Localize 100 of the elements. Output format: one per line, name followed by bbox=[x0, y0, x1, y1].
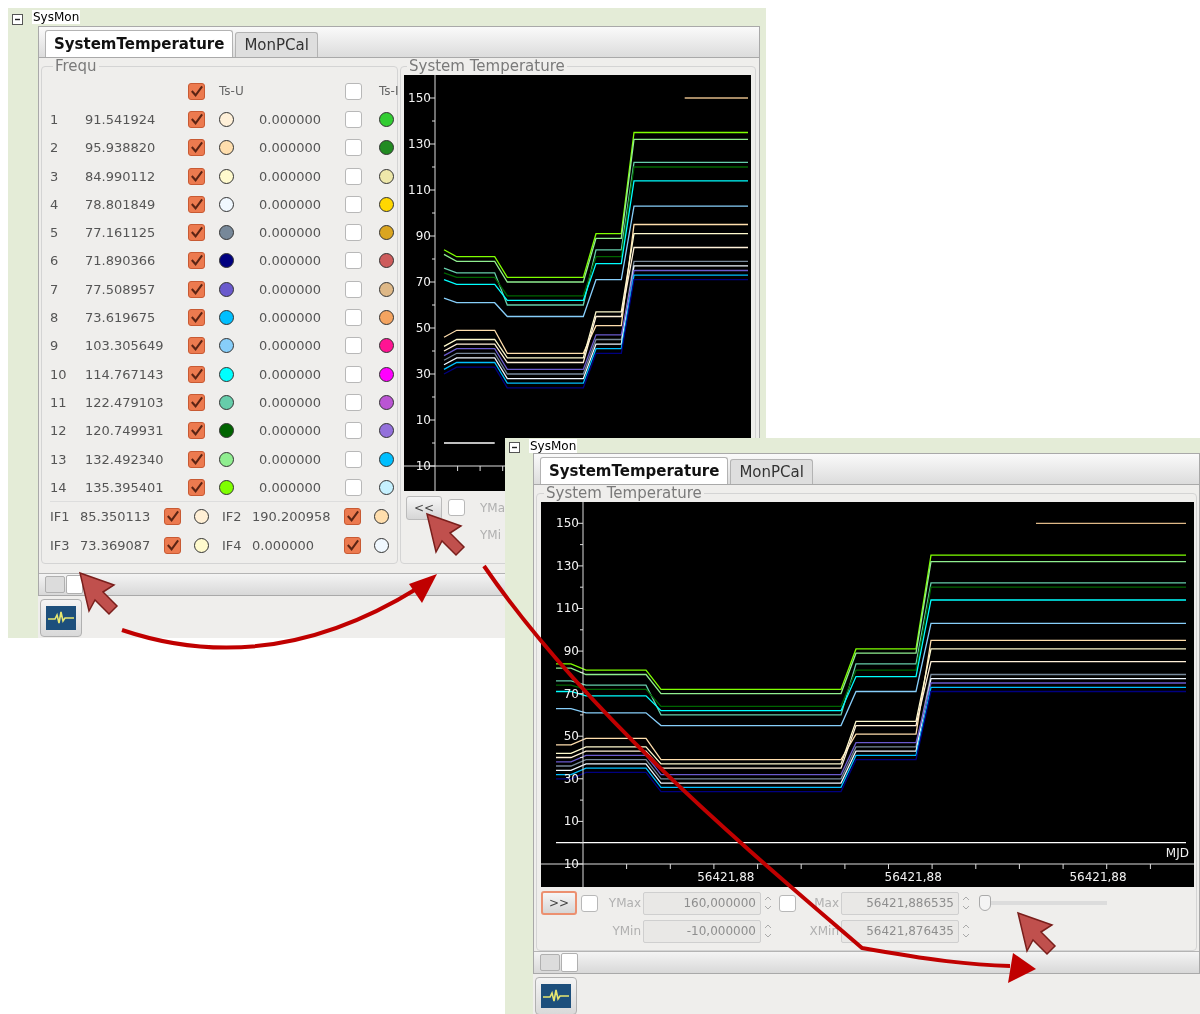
color-swatch[interactable] bbox=[194, 509, 209, 525]
color-swatch[interactable] bbox=[379, 196, 394, 212]
color-swatch[interactable] bbox=[379, 281, 394, 297]
color-swatch[interactable] bbox=[379, 338, 394, 354]
tick-label: 150 bbox=[556, 516, 579, 531]
collapse-icon[interactable] bbox=[509, 442, 520, 453]
checkbox[interactable] bbox=[188, 393, 205, 411]
scrollbar[interactable] bbox=[534, 951, 1199, 973]
color-swatch[interactable] bbox=[379, 479, 394, 495]
checkbox[interactable] bbox=[581, 894, 598, 912]
temperature-value: 0.000000 bbox=[259, 281, 322, 297]
color-swatch[interactable] bbox=[219, 366, 234, 382]
color-swatch[interactable] bbox=[379, 310, 394, 325]
collapse-icon[interactable] bbox=[12, 13, 23, 25]
color-swatch[interactable] bbox=[219, 140, 234, 156]
temperature-value: 0.000000 bbox=[259, 168, 322, 184]
color-swatch[interactable] bbox=[379, 225, 394, 241]
field-label: YMax bbox=[608, 896, 641, 910]
checkbox[interactable] bbox=[345, 393, 362, 411]
color-swatch[interactable] bbox=[219, 196, 234, 212]
tick-label: 30 bbox=[563, 771, 579, 786]
tab[interactable]: MonPCal bbox=[730, 459, 813, 484]
scroll-thumb[interactable] bbox=[561, 953, 578, 972]
checkbox[interactable] bbox=[188, 252, 205, 270]
checkbox[interactable] bbox=[345, 224, 362, 242]
checkbox[interactable] bbox=[345, 450, 362, 468]
checkbox[interactable] bbox=[188, 422, 205, 440]
row-number: 12 bbox=[50, 423, 67, 439]
temperature-value: 0.000000 bbox=[259, 394, 322, 410]
checkbox[interactable] bbox=[188, 478, 205, 496]
color-swatch[interactable] bbox=[194, 537, 209, 553]
tab[interactable]: MonPCal bbox=[235, 32, 318, 57]
tab[interactable]: SystemTemperature bbox=[45, 30, 234, 57]
checkbox[interactable] bbox=[188, 224, 205, 242]
checkbox[interactable] bbox=[345, 478, 362, 496]
checkbox[interactable] bbox=[345, 309, 362, 326]
checkbox[interactable] bbox=[188, 139, 205, 157]
color-swatch[interactable] bbox=[219, 479, 234, 495]
color-swatch[interactable] bbox=[219, 451, 234, 467]
tab[interactable]: SystemTemperature bbox=[540, 457, 729, 484]
checkbox[interactable] bbox=[345, 252, 362, 270]
checkbox[interactable] bbox=[188, 309, 205, 326]
tick-label: 50 bbox=[415, 321, 431, 335]
color-swatch[interactable] bbox=[219, 168, 234, 184]
row-number: 13 bbox=[50, 451, 67, 467]
checkbox[interactable] bbox=[188, 365, 205, 383]
color-swatch[interactable] bbox=[219, 281, 234, 297]
color-swatch[interactable] bbox=[379, 168, 394, 184]
checkbox[interactable] bbox=[344, 508, 361, 526]
checkbox[interactable] bbox=[345, 195, 362, 213]
checkbox[interactable] bbox=[188, 167, 205, 185]
color-swatch[interactable] bbox=[374, 509, 389, 525]
checkbox[interactable] bbox=[448, 499, 465, 516]
color-swatch[interactable] bbox=[219, 338, 234, 354]
color-swatch[interactable] bbox=[219, 253, 234, 269]
field-label: XMin bbox=[809, 924, 839, 938]
color-swatch[interactable] bbox=[379, 140, 394, 156]
color-swatch[interactable] bbox=[379, 366, 394, 382]
checkbox[interactable] bbox=[188, 110, 205, 128]
monitor-button[interactable] bbox=[535, 977, 577, 1014]
checkbox[interactable] bbox=[345, 167, 362, 185]
checkbox[interactable] bbox=[345, 365, 362, 383]
checkbox[interactable] bbox=[188, 337, 205, 355]
checkbox[interactable] bbox=[345, 422, 362, 440]
monitor-button[interactable] bbox=[40, 599, 82, 637]
color-swatch[interactable] bbox=[219, 394, 234, 410]
field-label: YMin bbox=[612, 924, 641, 938]
checkbox[interactable] bbox=[164, 508, 181, 526]
color-swatch[interactable] bbox=[379, 111, 394, 127]
toggle-button[interactable]: << bbox=[406, 495, 442, 520]
cursor-icon bbox=[1016, 911, 1057, 956]
row-number: 14 bbox=[50, 479, 67, 495]
color-swatch[interactable] bbox=[379, 423, 394, 439]
toggle-button[interactable]: >> bbox=[541, 891, 577, 915]
checkbox[interactable] bbox=[164, 536, 181, 554]
color-swatch[interactable] bbox=[219, 111, 234, 127]
color-swatch[interactable] bbox=[374, 537, 389, 553]
checkbox[interactable] bbox=[345, 110, 362, 128]
temperature-value: 0.000000 bbox=[259, 140, 322, 156]
checkbox[interactable] bbox=[188, 280, 205, 298]
color-swatch[interactable] bbox=[219, 225, 234, 241]
checkbox[interactable] bbox=[779, 894, 796, 912]
frequency-value: 122.479103 bbox=[85, 394, 164, 410]
color-swatch[interactable] bbox=[379, 253, 394, 269]
color-swatch[interactable] bbox=[379, 394, 394, 410]
checkbox[interactable] bbox=[345, 337, 362, 355]
frequency-value: 85.350113 bbox=[80, 509, 151, 525]
frequency-value: 103.305649 bbox=[85, 338, 164, 354]
scroll-thumb[interactable] bbox=[66, 575, 83, 594]
checkbox[interactable] bbox=[188, 82, 205, 100]
color-swatch[interactable] bbox=[379, 451, 394, 467]
color-swatch[interactable] bbox=[219, 310, 234, 325]
checkbox[interactable] bbox=[188, 195, 205, 213]
checkbox[interactable] bbox=[344, 536, 361, 554]
checkbox[interactable] bbox=[345, 139, 362, 157]
checkbox[interactable] bbox=[188, 450, 205, 468]
slider-thumb[interactable] bbox=[979, 895, 991, 911]
checkbox[interactable] bbox=[345, 280, 362, 298]
color-swatch[interactable] bbox=[219, 423, 234, 439]
checkbox[interactable] bbox=[345, 82, 362, 100]
